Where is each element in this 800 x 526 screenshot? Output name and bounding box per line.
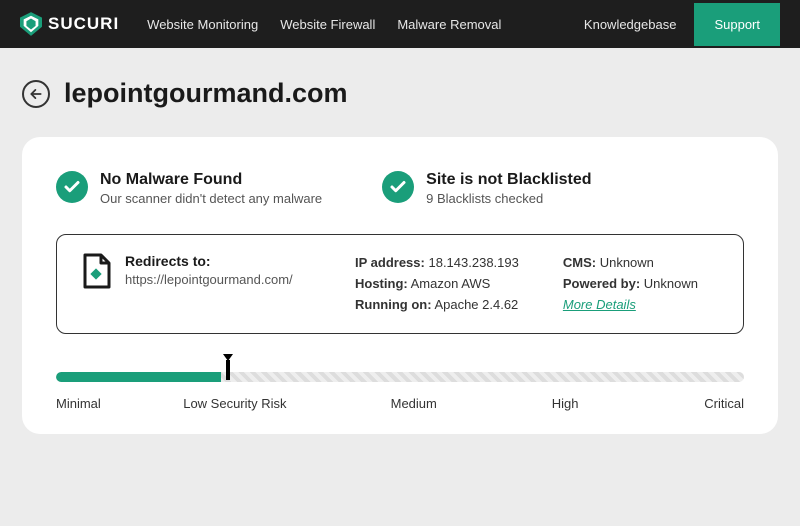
- file-icon: [81, 253, 111, 289]
- risk-label-critical: Critical: [704, 396, 744, 411]
- risk-label-minimal: Minimal: [56, 396, 101, 411]
- blacklist-status-title: Site is not Blacklisted: [426, 171, 591, 189]
- powered-label: Powered by:: [563, 276, 640, 291]
- blacklist-status-subtitle: 9 Blacklists checked: [426, 191, 591, 206]
- nav-right: Knowledgebase Support: [584, 3, 780, 46]
- running-label: Running on:: [355, 297, 432, 312]
- malware-status: No Malware Found Our scanner didn't dete…: [56, 171, 322, 206]
- arrow-left-icon: [29, 87, 43, 101]
- running-value: Apache 2.4.62: [434, 297, 518, 312]
- top-navbar: SUCURI Website Monitoring Website Firewa…: [0, 0, 800, 48]
- shield-icon: [20, 12, 42, 36]
- server-info: IP address: 18.143.238.193 Hosting: Amaz…: [355, 253, 519, 315]
- blacklist-status: Site is not Blacklisted 9 Blacklists che…: [382, 171, 591, 206]
- status-row: No Malware Found Our scanner didn't dete…: [56, 171, 744, 206]
- risk-label-medium: Medium: [391, 396, 437, 411]
- brand-name: SUCURI: [48, 14, 119, 34]
- cms-value: Unknown: [600, 255, 654, 270]
- knowledgebase-link[interactable]: Knowledgebase: [584, 17, 677, 32]
- risk-fill: [56, 372, 221, 382]
- risk-label-high: High: [552, 396, 579, 411]
- primary-nav: Website Monitoring Website Firewall Malw…: [147, 17, 584, 32]
- risk-scale: Minimal Low Security Risk Medium High Cr…: [56, 364, 744, 414]
- result-card: No Malware Found Our scanner didn't dete…: [22, 137, 778, 434]
- back-button[interactable]: [22, 80, 50, 108]
- risk-marker: [226, 360, 230, 380]
- title-row: lepointgourmand.com: [22, 78, 778, 109]
- risk-track: [56, 372, 744, 382]
- platform-info: CMS: Unknown Powered by: Unknown More De…: [563, 253, 698, 315]
- cms-label: CMS:: [563, 255, 596, 270]
- risk-label-low: Low Security Risk: [183, 396, 286, 411]
- risk-labels: Minimal Low Security Risk Medium High Cr…: [56, 396, 744, 414]
- nav-website-monitoring[interactable]: Website Monitoring: [147, 17, 258, 32]
- more-details-link[interactable]: More Details: [563, 297, 636, 312]
- redirect-section: Redirects to: https://lepointgourmand.co…: [81, 253, 311, 315]
- check-icon: [382, 171, 414, 203]
- nav-website-firewall[interactable]: Website Firewall: [280, 17, 375, 32]
- nav-malware-removal[interactable]: Malware Removal: [397, 17, 501, 32]
- redirect-url: https://lepointgourmand.com/: [125, 272, 293, 287]
- ip-value: 18.143.238.193: [428, 255, 518, 270]
- ip-label: IP address:: [355, 255, 425, 270]
- details-box: Redirects to: https://lepointgourmand.co…: [56, 234, 744, 334]
- hosting-label: Hosting:: [355, 276, 408, 291]
- brand-logo[interactable]: SUCURI: [20, 12, 119, 36]
- powered-value: Unknown: [644, 276, 698, 291]
- page-body: lepointgourmand.com No Malware Found Our…: [0, 48, 800, 434]
- check-icon: [56, 171, 88, 203]
- hosting-value: Amazon AWS: [411, 276, 491, 291]
- malware-status-subtitle: Our scanner didn't detect any malware: [100, 191, 322, 206]
- malware-status-title: No Malware Found: [100, 171, 322, 189]
- domain-title: lepointgourmand.com: [64, 78, 348, 109]
- redirect-label: Redirects to:: [125, 253, 293, 269]
- support-button[interactable]: Support: [694, 3, 780, 46]
